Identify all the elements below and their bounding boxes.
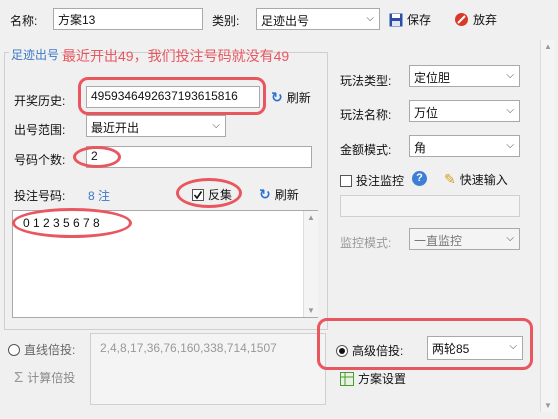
play-type-value: 定位胆 — [414, 71, 451, 85]
monitor-input[interactable] — [340, 195, 520, 217]
bet-numbers-label: 投注号码: — [14, 189, 66, 203]
monitor-checkbox[interactable]: 投注监控 — [340, 172, 404, 189]
group-title: 足迹出号 — [9, 46, 62, 63]
scheme-label: 方案设置 — [358, 372, 407, 386]
help-icon[interactable]: ? — [412, 171, 427, 186]
annotation-text: 最近开出49，我们投注号码就没有49 — [62, 48, 290, 64]
linear-values: 2,4,8,17,36,76,160,338,714,1507 — [100, 341, 277, 355]
category-label: 类别: — [212, 14, 240, 28]
quick-input-label: 快速输入 — [459, 173, 508, 187]
refresh-icon: ↻ — [271, 89, 283, 105]
chevron-down-icon: ⌵ — [506, 70, 514, 81]
history-label: 开奖历史: — [14, 94, 66, 108]
monitor-mode-select[interactable]: 一直监控 ⌵ — [409, 228, 520, 250]
calc-button[interactable]: Σ 计算倍投 — [14, 369, 75, 386]
reverse-label: 反集 — [208, 188, 233, 202]
chevron-down-icon: ⌵ — [366, 13, 374, 24]
amount-mode-label: 金额模式: — [340, 143, 392, 157]
numbers-textarea[interactable]: 0 1 2 3 5 6 7 8 — [12, 210, 318, 318]
name-label: 名称: — [10, 14, 38, 28]
save-label: 保存 — [407, 13, 432, 27]
chevron-down-icon: ⌵ — [506, 140, 514, 151]
radio-unselected-icon — [8, 343, 20, 356]
count-input[interactable]: 2 — [86, 146, 312, 168]
range-select[interactable]: 最近开出 ⌵ — [86, 115, 226, 137]
linear-radio[interactable]: 直线倍投: — [8, 341, 75, 358]
floppy-icon — [389, 13, 403, 26]
numbers-value: 0 1 2 3 5 6 7 8 — [23, 216, 100, 230]
chevron-down-icon: ⌵ — [506, 233, 514, 244]
category-select[interactable]: 足迹出号 ⌵ — [256, 8, 380, 30]
abandon-button[interactable]: 放弃 — [454, 11, 497, 28]
window-scrollbar[interactable]: ▲ ▼ — [540, 40, 555, 412]
quick-input-button[interactable]: ✎ 快速输入 — [444, 171, 508, 188]
calc-label: 计算倍投 — [27, 371, 76, 385]
refresh-numbers-label: 刷新 — [274, 188, 299, 202]
scroll-down-icon: ▼ — [307, 306, 315, 315]
advanced-radio[interactable]: 高级倍投: — [336, 342, 403, 359]
bet-count: 8 注 — [88, 189, 111, 203]
save-button[interactable]: 保存 — [389, 11, 431, 28]
reverse-checkbox[interactable]: 反集 — [192, 186, 232, 203]
scheme-settings-button[interactable]: 方案设置 — [340, 370, 406, 387]
name-input[interactable]: 方案13 — [53, 8, 203, 30]
scroll-up-icon: ▲ — [307, 213, 315, 222]
play-name-label: 玩法名称: — [340, 108, 392, 122]
advanced-select[interactable]: 两轮85 ⌵ — [427, 336, 523, 360]
count-label: 号码个数: — [14, 153, 66, 167]
refresh-history-button[interactable]: ↻ 刷新 — [271, 89, 311, 106]
chevron-down-icon: ⌵ — [506, 105, 514, 116]
amount-mode-select[interactable]: 角 ⌵ — [409, 135, 520, 157]
advanced-label: 高级倍投: — [352, 344, 404, 358]
checkbox-unchecked-icon — [340, 174, 352, 187]
cancel-icon — [455, 13, 468, 26]
refresh-history-label: 刷新 — [286, 91, 311, 105]
advanced-value: 两轮85 — [432, 342, 470, 356]
textarea-scrollbar[interactable]: ▲ ▼ — [303, 211, 318, 317]
range-value: 最近开出 — [91, 121, 140, 135]
pencil-icon: ✎ — [444, 171, 456, 187]
play-name-value: 万位 — [414, 106, 439, 120]
checkbox-checked-icon — [192, 188, 204, 201]
grid-settings-icon — [340, 371, 354, 386]
category-value: 足迹出号 — [261, 14, 310, 28]
range-label: 出号范围: — [14, 123, 66, 137]
monitor-mode-label: 监控模式: — [340, 236, 392, 250]
amount-mode-value: 角 — [414, 141, 427, 155]
chevron-down-icon: ⌵ — [509, 341, 517, 352]
refresh-icon: ↻ — [259, 186, 271, 202]
play-type-select[interactable]: 定位胆 ⌵ — [409, 65, 520, 87]
play-name-select[interactable]: 万位 ⌵ — [409, 100, 520, 122]
play-type-label: 玩法类型: — [340, 74, 392, 88]
scroll-down-icon: ▼ — [544, 401, 552, 410]
abandon-label: 放弃 — [473, 13, 498, 27]
radio-selected-icon — [336, 344, 348, 357]
sigma-icon: Σ — [14, 369, 24, 386]
refresh-numbers-button[interactable]: ↻ 刷新 — [259, 186, 299, 203]
monitor-mode-value: 一直监控 — [414, 234, 463, 248]
scroll-up-icon: ▲ — [544, 42, 552, 51]
linear-label: 直线倍投: — [24, 343, 76, 357]
chevron-down-icon: ⌵ — [212, 120, 220, 131]
monitor-label: 投注监控 — [356, 174, 405, 188]
history-input[interactable]: 4959346492637193615816 — [86, 86, 260, 108]
